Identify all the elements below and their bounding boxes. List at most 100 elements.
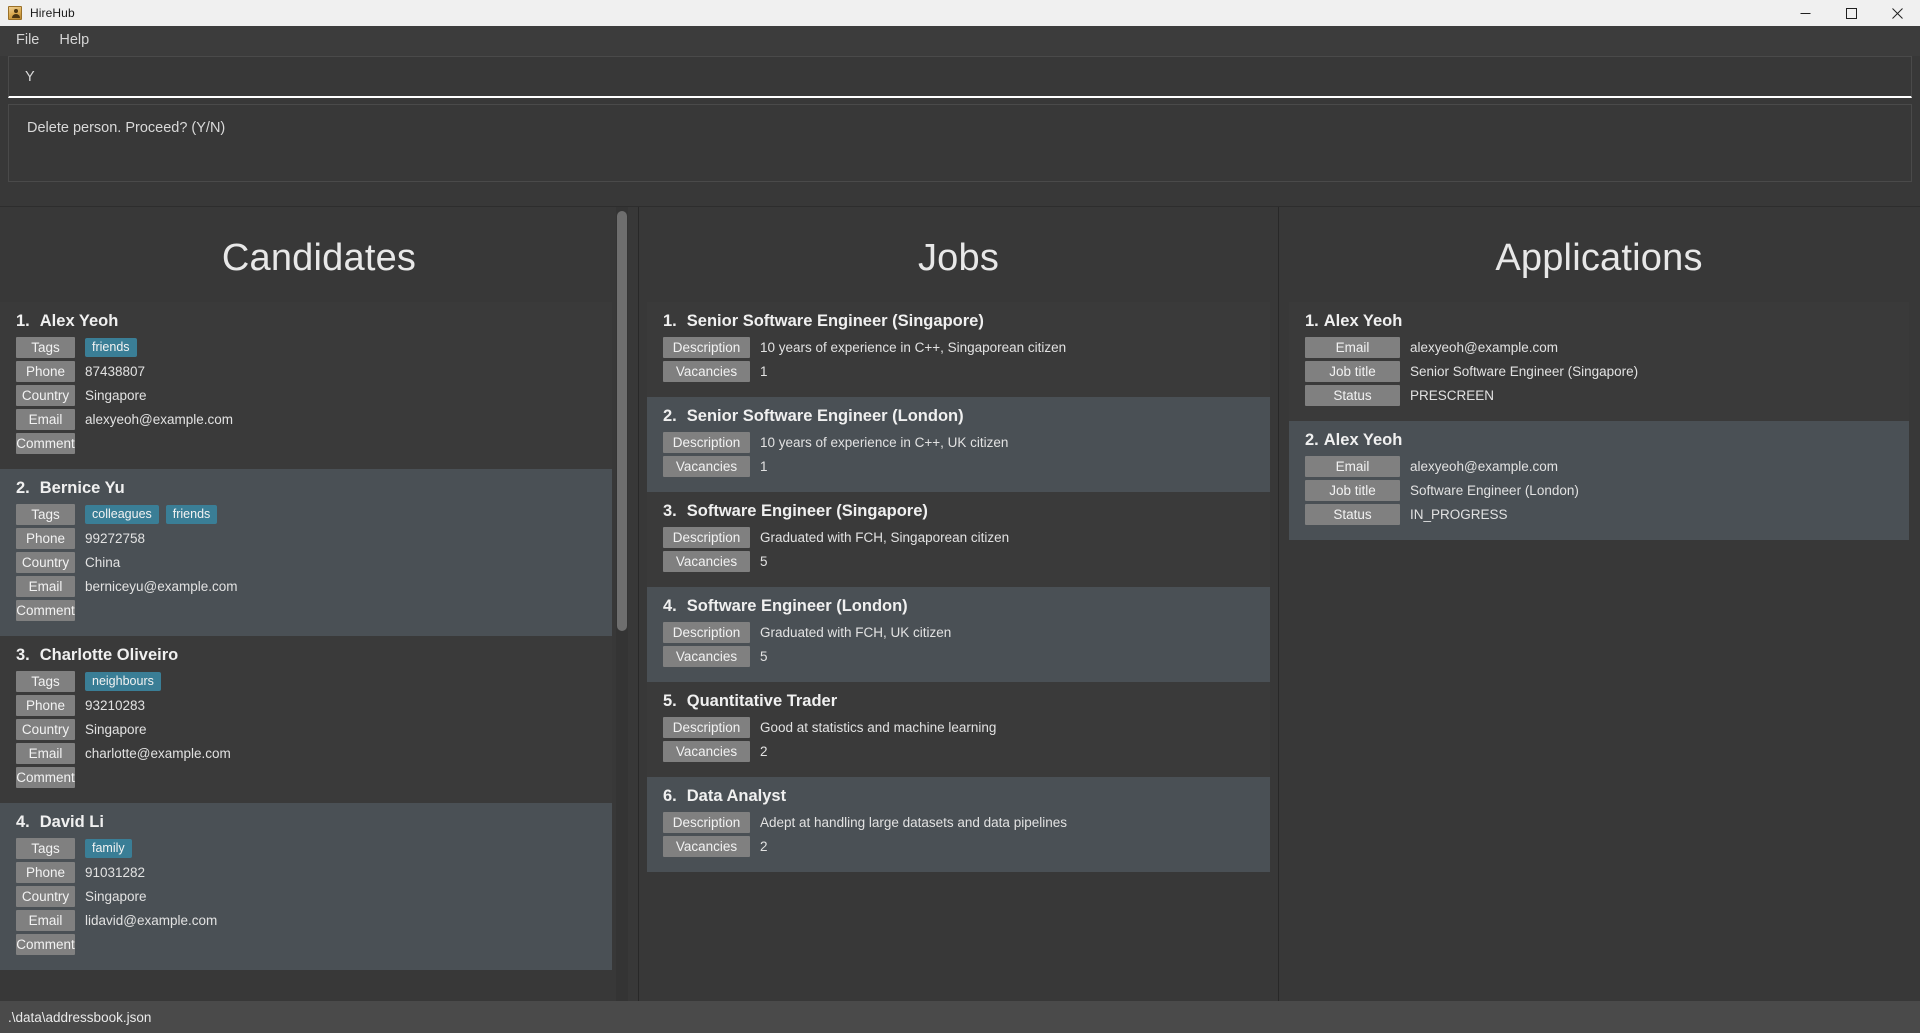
country-value: Singapore [85, 722, 147, 737]
job-card[interactable]: 2. Senior Software Engineer (London) Descr… [647, 397, 1270, 492]
application-card[interactable]: 1. Alex Yeoh Email alexyeoh@example.com Job … [1289, 302, 1909, 421]
card-header: 2. Alex Yeoh [1305, 431, 1909, 450]
field-row: Email alexyeoh@example.com [1305, 337, 1909, 358]
description-value: 10 years of experience in C++, Singapore… [760, 340, 1067, 355]
field-row: Status IN_PROGRESS [1305, 504, 1909, 525]
phone-value: 93210283 [85, 698, 146, 713]
email-label: Email [16, 910, 75, 931]
field-row: Job title Software Engineer (London) [1305, 480, 1909, 501]
field-row: Phone 93210283 [16, 695, 612, 716]
field-row: Comment [16, 767, 612, 788]
field-row: Country Singapore [16, 719, 612, 740]
menu-help[interactable]: Help [49, 29, 99, 52]
card-index: 2. [663, 407, 677, 425]
vacancies-value: 5 [760, 554, 768, 569]
card-name: Alex Yeoh [1323, 431, 1403, 449]
minimize-icon[interactable] [1782, 0, 1828, 26]
candidate-card[interactable]: 4. David Li Tags family Phone 91031282 Country… [0, 803, 612, 970]
close-icon[interactable] [1874, 0, 1920, 26]
title-bar: HireHub [0, 0, 1920, 26]
job-card[interactable]: 3. Software Engineer (Singapore) Descripti… [647, 492, 1270, 587]
card-header: 3. Software Engineer (Singapore) [663, 502, 1270, 521]
vacancies-value: 5 [760, 649, 768, 664]
field-row: Status PRESCREEN [1305, 385, 1909, 406]
phone-value: 91031282 [85, 865, 146, 880]
job-title-label: Job title [1305, 361, 1400, 382]
tag-chip[interactable]: neighbours [85, 671, 161, 692]
application-card[interactable]: 2. Alex Yeoh Email alexyeoh@example.com Job … [1289, 421, 1909, 540]
field-row: Comment [16, 934, 612, 955]
email-value: alexyeoh@example.com [1410, 340, 1559, 355]
field-row: Description 10 years of experience in C++… [663, 432, 1270, 453]
card-header: 1. Alex Yeoh [16, 312, 612, 331]
description-label: Description [663, 337, 750, 358]
jobs-panel-title: Jobs [917, 237, 1000, 279]
field-row: Description Graduated with FCH, UK citize… [663, 622, 1270, 643]
applications-panel: Applications 1. Alex Yeoh Email alexyeoh@ex… [1279, 207, 1919, 1001]
job-card[interactable]: 1. Senior Software Engineer (Singapore) De… [647, 302, 1270, 397]
job-card[interactable]: 6. Data Analyst Description Adept at handli… [647, 777, 1270, 872]
description-value: Graduated with FCH, Singaporean citizen [760, 530, 1010, 545]
country-label: Country [16, 552, 75, 573]
tag-list: friends [85, 337, 137, 358]
description-value: 10 years of experience in C++, UK citize… [760, 435, 1009, 450]
tags-label: Tags [16, 337, 75, 358]
field-row: Tags friends [16, 337, 612, 358]
field-row: Tags neighbours [16, 671, 612, 692]
description-label: Description [663, 622, 750, 643]
field-row: Vacancies 5 [663, 646, 1270, 667]
result-display: Delete person. Proceed? (Y/N) [8, 104, 1912, 182]
field-row: Tags family [16, 838, 612, 859]
candidates-scrollbar-thumb[interactable] [617, 211, 627, 631]
job-title-value: Senior Software Engineer (Singapore) [1410, 364, 1639, 379]
tag-chip[interactable]: friends [165, 504, 218, 525]
job-card[interactable]: 4. Software Engineer (London) Description G… [647, 587, 1270, 682]
tag-chip[interactable]: friends [85, 337, 137, 358]
card-name: Software Engineer (Singapore) [686, 502, 928, 520]
card-header: 2. Bernice Yu [16, 479, 612, 498]
phone-label: Phone [16, 528, 75, 549]
field-row: Vacancies 2 [663, 741, 1270, 762]
tag-list: family [85, 838, 132, 859]
email-value: charlotte@example.com [85, 746, 231, 761]
card-header: 6. Data Analyst [663, 787, 1270, 806]
email-label: Email [1305, 456, 1400, 477]
card-index: 1. [16, 312, 30, 330]
field-row: Country Singapore [16, 886, 612, 907]
vacancies-label: Vacancies [663, 551, 750, 572]
country-label: Country [16, 385, 75, 406]
status-bar-file-path: .\data\addressbook.json [8, 1009, 152, 1025]
card-name: Quantitative Trader [686, 692, 838, 710]
vacancies-label: Vacancies [663, 456, 750, 477]
email-label: Email [16, 743, 75, 764]
status-value: PRESCREEN [1410, 388, 1495, 403]
vacancies-value: 1 [760, 364, 768, 379]
menu-bar: File Help [0, 26, 1920, 56]
applications-panel-title: Applications [1495, 237, 1703, 279]
field-row: Vacancies 5 [663, 551, 1270, 572]
country-label: Country [16, 886, 75, 907]
email-value: berniceyu@example.com [85, 579, 238, 594]
vacancies-label: Vacancies [663, 836, 750, 857]
field-row: Email alexyeoh@example.com [1305, 456, 1909, 477]
command-input[interactable]: Y [8, 56, 1912, 98]
job-title-label: Job title [1305, 480, 1400, 501]
candidate-card[interactable]: 1. Alex Yeoh Tags friends Phone 87438807 Count… [0, 302, 612, 469]
tag-chip[interactable]: colleagues [85, 504, 159, 525]
tag-chip[interactable]: family [85, 838, 132, 859]
field-row: Description 10 years of experience in C++… [663, 337, 1270, 358]
maximize-icon[interactable] [1828, 0, 1874, 26]
candidate-card[interactable]: 2. Bernice Yu Tags colleagues friends Phone 99… [0, 469, 612, 636]
menu-file[interactable]: File [6, 29, 49, 52]
field-row: Description Graduated with FCH, Singapore… [663, 527, 1270, 548]
addressbook-icon [8, 6, 22, 20]
card-index: 4. [16, 813, 30, 831]
card-name: Data Analyst [686, 787, 787, 805]
phone-value: 99272758 [85, 531, 146, 546]
candidates-scrollbar[interactable] [616, 207, 628, 1001]
comment-label: Comment [16, 600, 75, 621]
job-card[interactable]: 5. Quantitative Trader Description Good at … [647, 682, 1270, 777]
card-index: 6. [663, 787, 677, 805]
candidate-card[interactable]: 3. Charlotte Oliveiro Tags neighbours Phone 9… [0, 636, 612, 803]
card-name: Senior Software Engineer (Singapore) [686, 312, 984, 330]
